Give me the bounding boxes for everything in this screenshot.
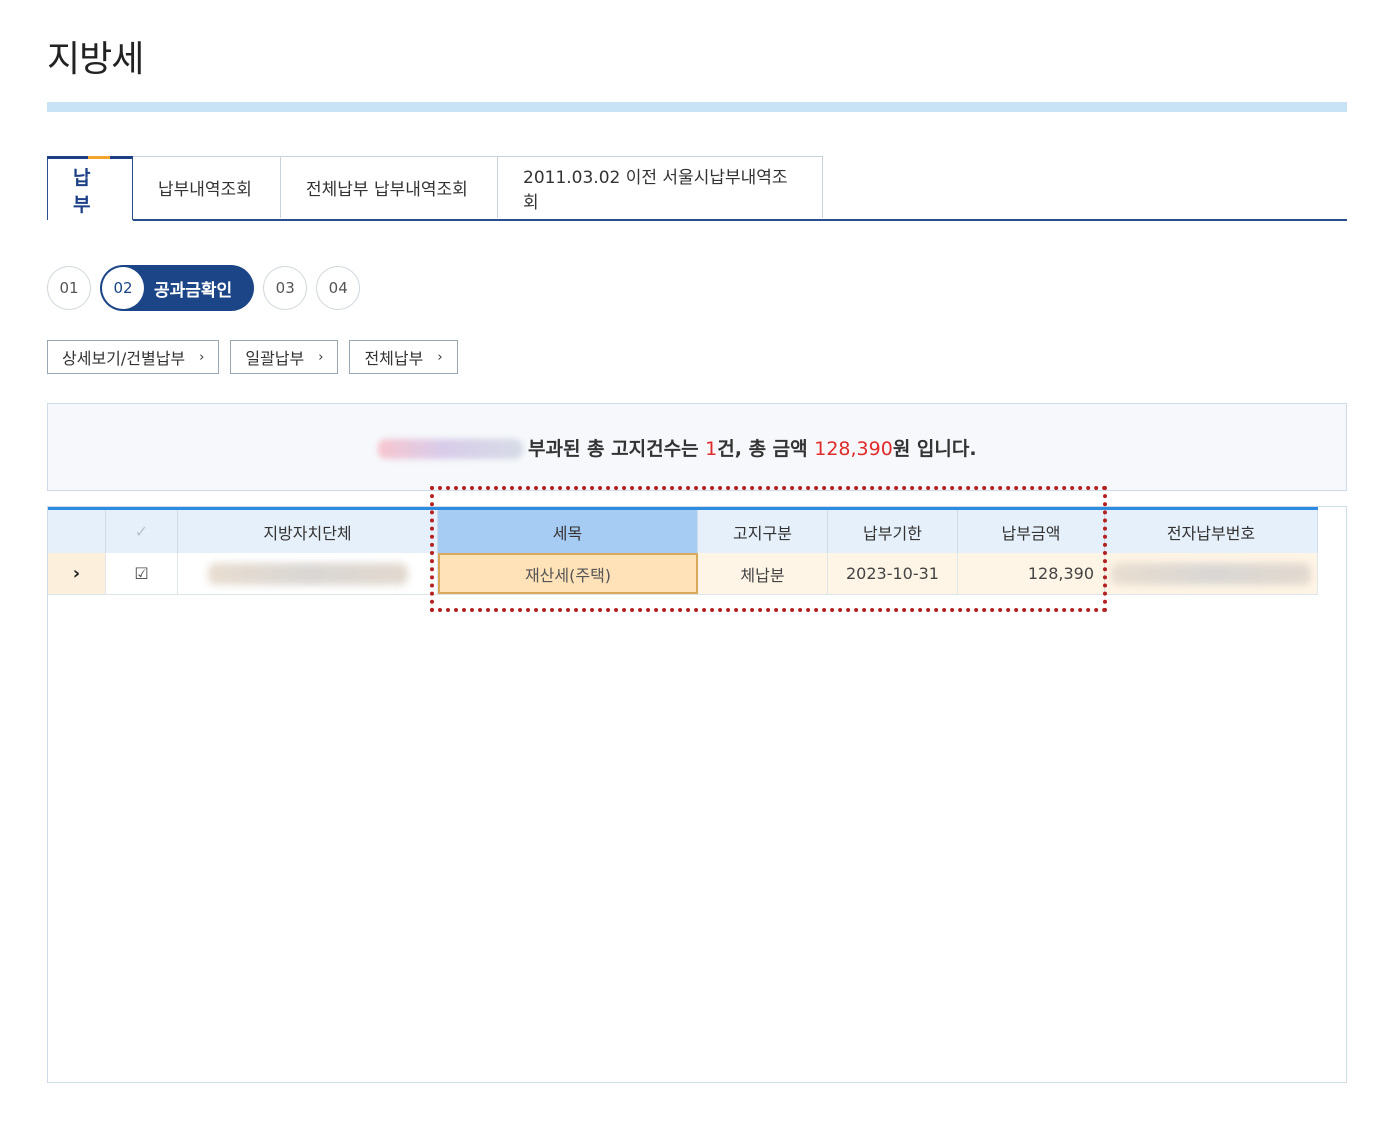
notice-count: 1 [705, 438, 718, 460]
button-label: 상세보기/건별납부 [62, 349, 186, 368]
summary-mid: 건, 총 금액 [717, 438, 815, 460]
tab-payment-history[interactable]: 납부내역조회 [133, 156, 281, 218]
tab-label: 납부내역조회 [158, 180, 252, 200]
redacted-e-payment-number [1111, 562, 1311, 585]
tab-underline [133, 219, 1347, 221]
tab-label: 2011.03.02 이전 서울시납부내역조회 [523, 167, 788, 213]
redacted-name [378, 439, 523, 459]
step-2-label: 공과금확인 [154, 280, 233, 301]
chevron-right-icon: › [318, 349, 324, 365]
step-3: 03 [263, 266, 308, 310]
action-buttons: 상세보기/건별납부 › 일괄납부 › 전체납부 › [47, 340, 469, 374]
checkbox-checked-icon: ☑ [134, 564, 149, 583]
summary-panel: 부과된 총 고지건수는 1건, 총 금액 128,390원 입니다. [47, 403, 1347, 491]
step-2-number: 02 [102, 267, 144, 309]
redacted-municipality [207, 562, 408, 585]
page-title: 지방세 [47, 39, 144, 80]
header-municipality: 지방자치단체 [178, 510, 438, 553]
button-label: 전체납부 [364, 349, 424, 368]
button-label: 일괄납부 [245, 349, 305, 368]
header-expand [48, 510, 106, 553]
step-4: 04 [316, 266, 361, 310]
tab-label: 납부 [73, 166, 91, 216]
header-select-all[interactable]: ✓ [106, 510, 178, 553]
cell-municipality [178, 553, 438, 594]
tab-bar: 납부 납부내역조회 전체납부 납부내역조회 2011.03.02 이전 서울시납… [47, 156, 823, 220]
detail-pay-button[interactable]: 상세보기/건별납부 › [47, 340, 220, 374]
tab-seoul-legacy-history[interactable]: 2011.03.02 이전 서울시납부내역조회 [498, 156, 823, 218]
title-underline [47, 102, 1347, 112]
step-2-current: 02 공과금확인 [100, 265, 255, 311]
total-amount: 128,390 [814, 438, 893, 460]
summary-text: 부과된 총 고지건수는 1건, 총 금액 128,390원 입니다. [528, 434, 977, 461]
summary-prefix: 부과된 총 고지건수는 [528, 438, 706, 460]
tab-all-payment-history[interactable]: 전체납부 납부내역조회 [281, 156, 498, 218]
check-icon: ✓ [134, 522, 149, 541]
tab-label: 전체납부 납부내역조회 [306, 180, 468, 200]
row-expand-chevron-icon[interactable]: › [48, 553, 106, 594]
header-e-payment-number: 전자납부번호 [1105, 510, 1318, 553]
step-1: 01 [47, 266, 91, 310]
bulk-pay-button[interactable]: 일괄납부 › [230, 340, 339, 374]
chevron-right-icon: › [437, 349, 443, 365]
chevron-right-icon: › [199, 349, 205, 365]
cell-e-payment-number [1105, 553, 1318, 594]
summary-suffix: 원 입니다. [892, 438, 977, 460]
row-checkbox[interactable]: ☑ [106, 553, 178, 594]
highlight-dotted-box [430, 486, 1107, 612]
pay-all-button[interactable]: 전체납부 › [349, 340, 458, 374]
step-indicator: 01 02 공과금확인 03 04 [47, 265, 369, 311]
tab-payment[interactable]: 납부 [47, 156, 133, 220]
